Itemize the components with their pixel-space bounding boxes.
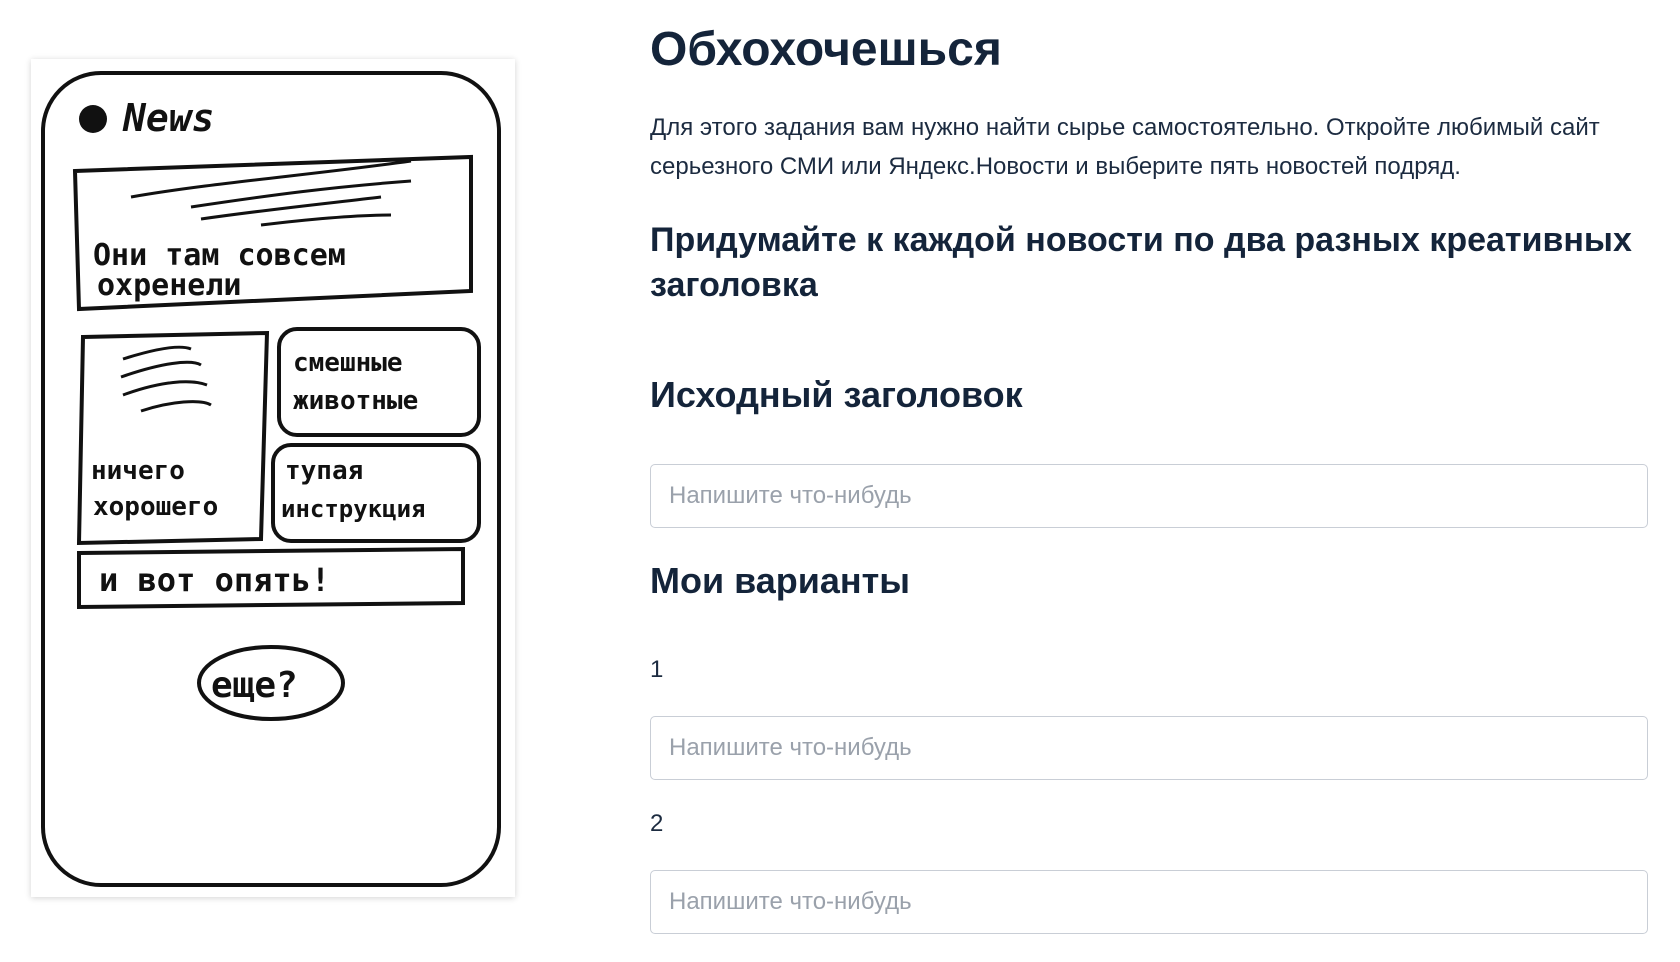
sketch-headline-line-2: охренели bbox=[97, 268, 242, 303]
logo-dot-icon bbox=[79, 105, 107, 133]
variant-2-input[interactable] bbox=[650, 870, 1648, 934]
sketch-card-right-top-line-2: животные bbox=[293, 386, 418, 416]
sketch-card-left-line-1: ничего bbox=[91, 456, 185, 486]
sketch-more-button-text: еще? bbox=[211, 665, 298, 706]
sketch-wide-card-text: и вот опять! bbox=[99, 561, 330, 599]
task-heading: Придумайте к каждой новости по два разны… bbox=[650, 221, 1632, 304]
variants-heading: Мои варианты bbox=[650, 560, 911, 601]
sketch-scribble-left-icon bbox=[120, 345, 212, 413]
intro-text: Для этого задания вам нужно найти сырье … bbox=[650, 114, 1600, 180]
page: News Они там совсем охренели ничего хоро… bbox=[0, 0, 1680, 962]
sketch-drawing: News Они там совсем охренели ничего хоро… bbox=[41, 71, 501, 887]
page-title: Обхохочешься bbox=[650, 23, 1002, 76]
sketch-scribble-icon bbox=[130, 159, 412, 227]
sketch-card-right-bottom-line-1: тупая bbox=[285, 456, 363, 486]
variant-2-number: 2 bbox=[650, 810, 664, 837]
sketch-card-right-top-line-1: смешные bbox=[293, 348, 403, 378]
original-headline-input[interactable] bbox=[650, 464, 1648, 528]
original-heading-label: Исходный заголовок bbox=[650, 374, 1023, 415]
sketch-card-right-bottom-line-2: инструкция bbox=[281, 495, 426, 523]
sketch-app-label: News bbox=[122, 96, 215, 140]
variant-1-number: 1 bbox=[650, 656, 664, 683]
sketch-illustration: News Они там совсем охренели ничего хоро… bbox=[31, 59, 515, 897]
sketch-card-right-top bbox=[277, 327, 481, 437]
sketch-card-left-line-2: хорошего bbox=[93, 492, 218, 522]
variant-1-input[interactable] bbox=[650, 716, 1648, 780]
